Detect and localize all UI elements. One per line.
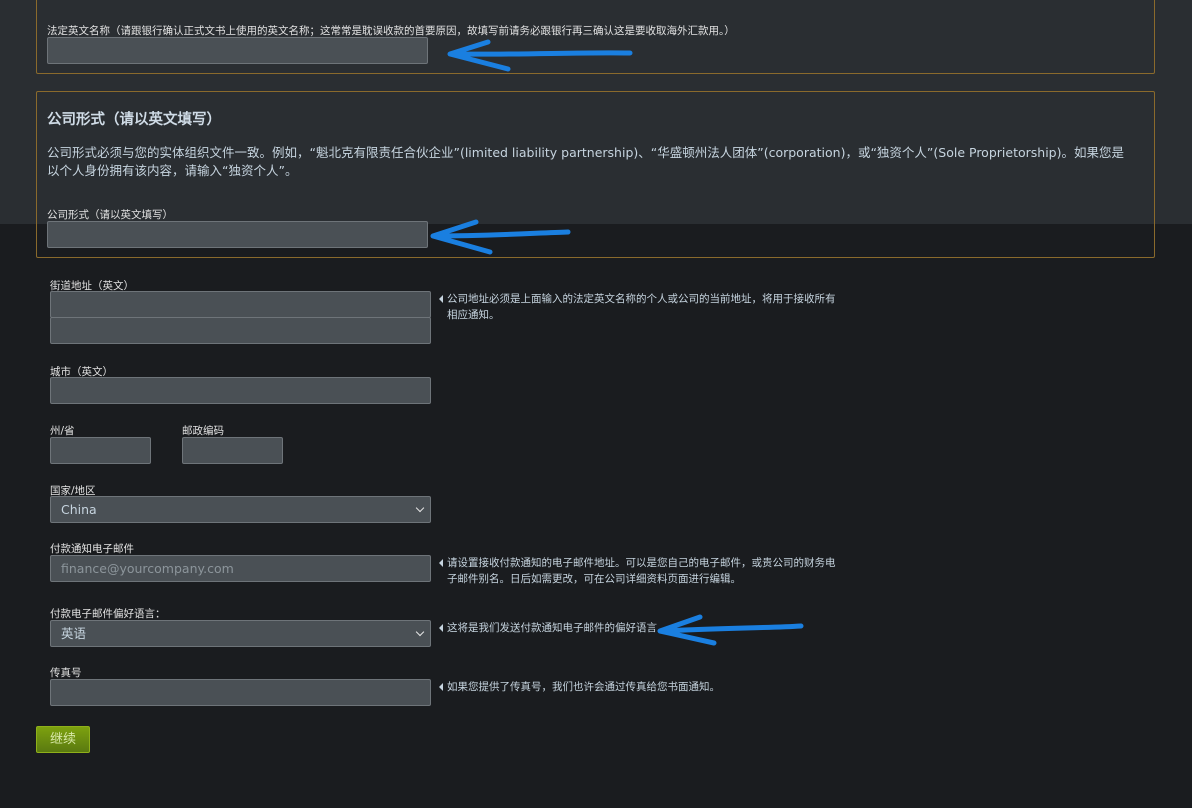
company-form-description: 公司形式必须与您的实体组织文件一致。例如，“魁北克有限责任合伙企业”(limit… [47, 145, 1124, 178]
payment-email-label: 付款通知电子邮件 [50, 543, 134, 555]
country-select-value: China [61, 502, 97, 517]
continue-button[interactable]: 继续 [36, 726, 90, 753]
payment-email-hint: 请设置接收付款通知的电子邮件地址。可以是您自己的电子邮件，或贵公司的财务电子邮件… [439, 556, 839, 587]
payment-email-placeholder: finance@yourcompany.com [61, 561, 234, 576]
payment-email-hint-text: 请设置接收付款通知的电子邮件地址。可以是您自己的电子邮件，或贵公司的财务电子邮件… [447, 557, 836, 585]
fax-label: 传真号 [50, 667, 82, 679]
email-language-select-value: 英语 [61, 626, 87, 641]
street-address-hint-text: 公司地址必须是上面输入的法定英文名称的个人或公司的当前地址，将用于接收所有相应通… [447, 293, 836, 321]
postal-code-label: 邮政编码 [182, 425, 224, 437]
street-address-line1-input[interactable] [50, 291, 431, 318]
state-input[interactable] [50, 437, 151, 464]
country-select[interactable]: China [50, 496, 431, 523]
fax-input[interactable] [50, 679, 431, 706]
email-language-hint: 这将是我们发送付款通知电子邮件的偏好语言 [439, 621, 839, 637]
payment-email-input[interactable]: finance@yourcompany.com [50, 555, 431, 582]
fax-hint: 如果您提供了传真号，我们也许会通过传真给您书面通知。 [439, 680, 839, 696]
street-address-hint: 公司地址必须是上面输入的法定英文名称的个人或公司的当前地址，将用于接收所有相应通… [439, 292, 839, 323]
company-form-label: 公司形式（请以英文填写） [47, 209, 173, 221]
state-label: 州/省 [50, 425, 75, 437]
fax-hint-text: 如果您提供了传真号，我们也许会通过传真给您书面通知。 [447, 681, 720, 693]
hint-pointer-icon [439, 295, 443, 303]
legal-name-input[interactable] [47, 37, 428, 64]
street-address-line2-input[interactable] [50, 317, 431, 344]
email-language-hint-text: 这将是我们发送付款通知电子邮件的偏好语言 [447, 622, 657, 634]
hint-pointer-icon [439, 559, 443, 567]
email-language-select[interactable]: 英语 [50, 620, 431, 647]
hint-pointer-icon [439, 683, 443, 691]
email-language-label: 付款电子邮件偏好语言： [50, 608, 166, 620]
postal-code-input[interactable] [182, 437, 283, 464]
legal-name-label: 法定英文名称（请跟银行确认正式文书上使用的英文名称；这常常是耽误收款的首要原因，… [47, 25, 735, 37]
hint-pointer-icon [439, 624, 443, 632]
company-form-heading: 公司形式（请以英文填写） [47, 112, 221, 128]
company-form-input[interactable] [47, 221, 428, 248]
city-input[interactable] [50, 377, 431, 404]
